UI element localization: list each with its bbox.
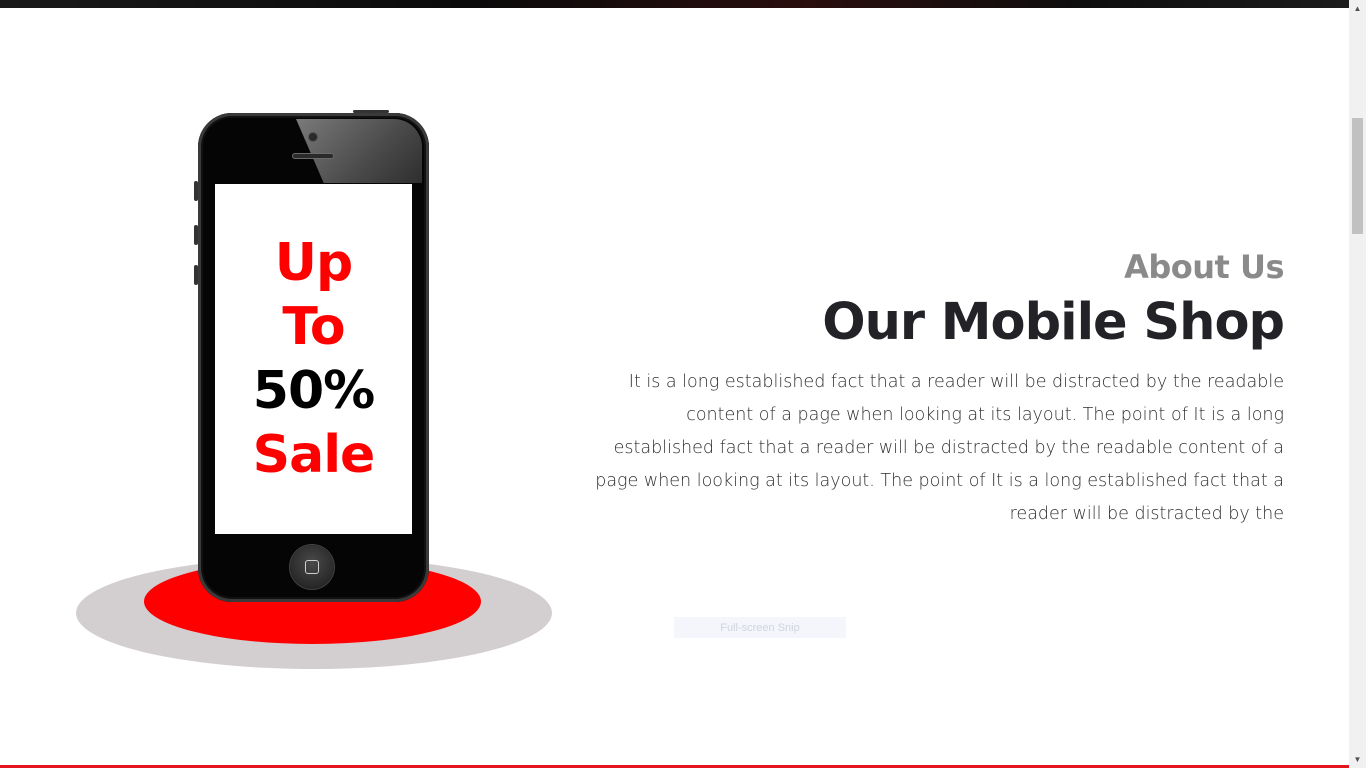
promo-line-percent: 50% xyxy=(252,361,375,421)
about-title: Our Mobile Shop xyxy=(822,293,1285,352)
phone-home-button xyxy=(290,545,334,589)
phone-volume-down xyxy=(194,265,198,285)
top-banner-strip xyxy=(0,0,1349,8)
scroll-up-arrow-icon[interactable]: ▲ xyxy=(1349,0,1366,17)
promo-line-to: To xyxy=(282,297,345,357)
scroll-down-arrow-icon[interactable]: ▼ xyxy=(1349,751,1366,768)
phone-illustration: Up To 50% Sale xyxy=(76,100,556,680)
scrollbar-thumb[interactable] xyxy=(1352,118,1363,234)
phone-mute-switch xyxy=(194,181,198,201)
phone-speaker xyxy=(292,153,334,159)
phone-body: Up To 50% Sale xyxy=(194,110,429,602)
about-paragraph: It is a long established fact that a rea… xyxy=(595,372,1284,524)
phone-volume-up xyxy=(194,225,198,245)
phone-power-button xyxy=(353,110,389,113)
promo-line-up: Up xyxy=(274,233,353,293)
about-section: About Us Our Mobile Shop It is a long es… xyxy=(584,246,1285,531)
promo-line-sale: Sale xyxy=(252,425,376,485)
full-screen-snip-button[interactable]: Full-screen Snip xyxy=(674,617,846,638)
phone-glare xyxy=(296,119,422,183)
page-scrollbar[interactable]: ▲ ▼ xyxy=(1349,0,1366,768)
home-square-icon xyxy=(305,560,319,574)
phone-camera xyxy=(309,133,317,141)
phone-screen: Up To 50% Sale xyxy=(215,184,412,534)
about-label: About Us xyxy=(1124,248,1284,286)
